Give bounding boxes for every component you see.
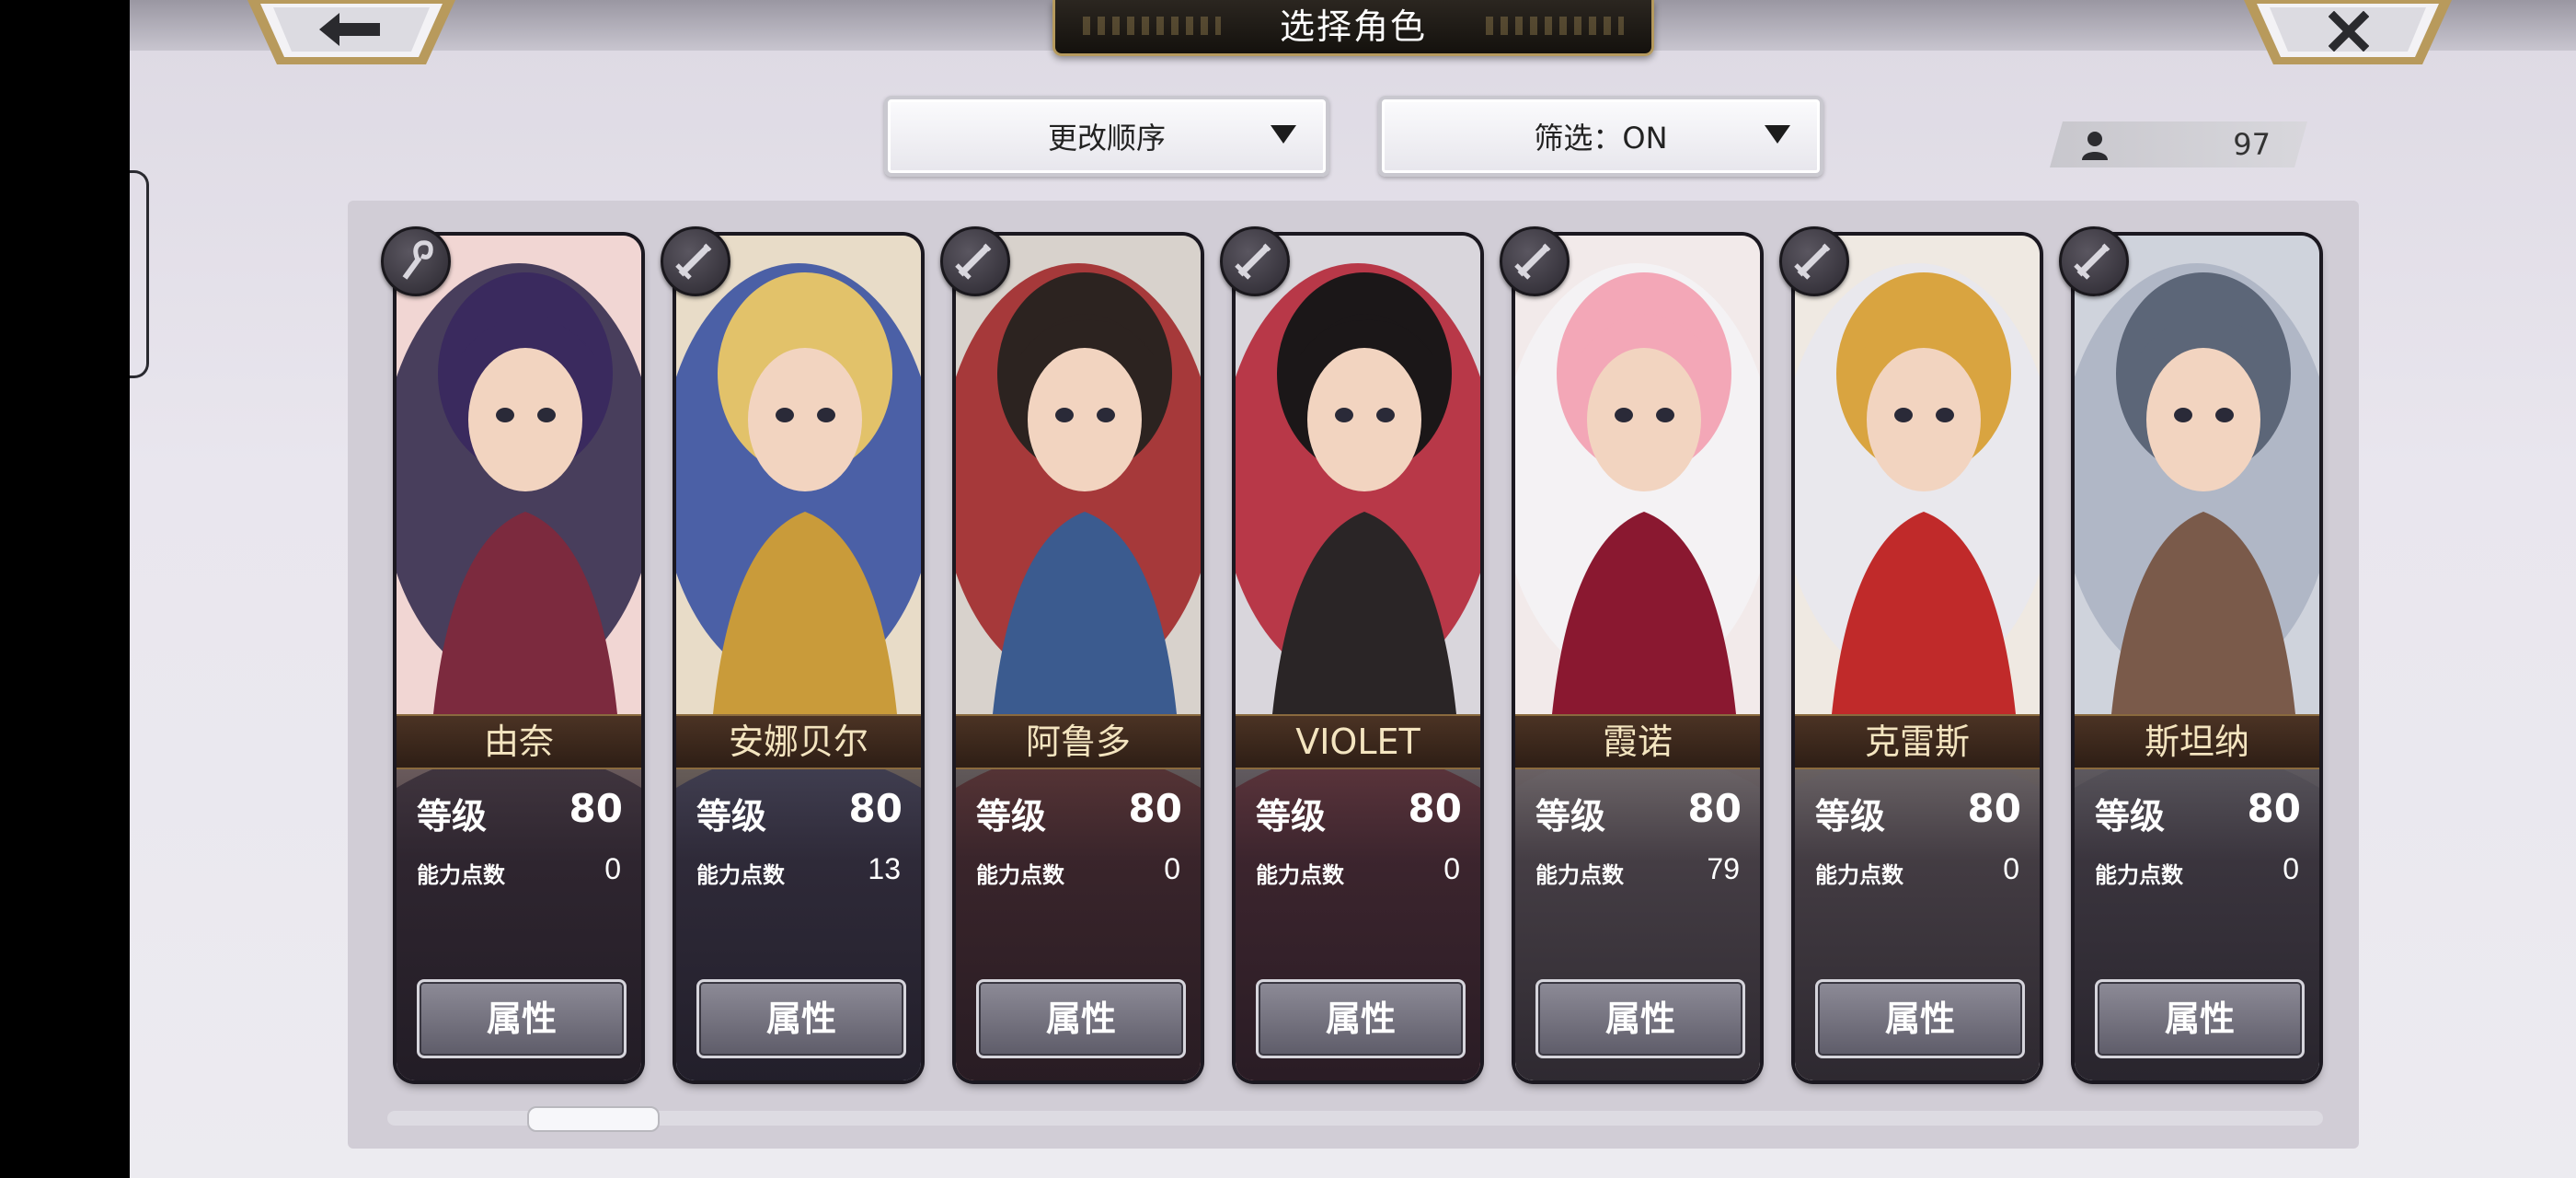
character-count-badge: 97 — [2050, 121, 2307, 167]
ability-points-label: 能力点数 — [2095, 862, 2183, 888]
staff-icon — [381, 226, 451, 296]
character-card[interactable]: 斯坦纳 等级 80 能力点数 0 属性 — [2075, 236, 2319, 1080]
character-name: 霞诺 — [1515, 714, 1760, 769]
horizontal-scrollbar-track[interactable] — [387, 1111, 2323, 1126]
character-name: 由奈 — [397, 714, 641, 769]
attributes-button[interactable]: 属性 — [696, 979, 906, 1058]
character-select-screen: 选择角色 更改顺序 筛选：ON 97 由奈 等级 80 能力点数 0 属性 安娜… — [130, 0, 2576, 1178]
ability-points-label: 能力点数 — [1815, 862, 1903, 888]
page-title: 选择角色 — [1052, 0, 1654, 56]
character-card[interactable]: 克雷斯 等级 80 能力点数 0 属性 — [1795, 236, 2040, 1080]
ability-points-label: 能力点数 — [1535, 862, 1624, 888]
sword-icon — [1500, 226, 1570, 296]
side-tab-handle[interactable] — [130, 170, 149, 378]
character-name: VIOLET — [1236, 714, 1480, 769]
level-value: 80 — [1408, 786, 1462, 831]
character-card[interactable]: 由奈 等级 80 能力点数 0 属性 — [397, 236, 641, 1080]
attributes-button[interactable]: 属性 — [1535, 979, 1745, 1058]
ability-points-value: 0 — [2283, 852, 2299, 885]
chevron-down-icon — [1271, 125, 1296, 144]
sword-icon — [661, 226, 730, 296]
level-label: 等级 — [1256, 796, 1327, 837]
level-value: 80 — [848, 786, 903, 831]
character-name: 阿鲁多 — [956, 714, 1201, 769]
level-label: 等级 — [696, 796, 767, 837]
level-value: 80 — [2247, 786, 2301, 831]
level-label: 等级 — [2095, 796, 2166, 837]
character-card[interactable]: 阿鲁多 等级 80 能力点数 0 属性 — [956, 236, 1201, 1080]
close-x-icon — [2329, 11, 2369, 52]
filter-dropdown[interactable]: 筛选：ON — [1378, 96, 1823, 177]
character-card[interactable]: 安娜贝尔 等级 80 能力点数 13 属性 — [676, 236, 921, 1080]
level-label: 等级 — [1815, 796, 1886, 837]
person-icon — [2081, 131, 2109, 160]
ability-points-value: 0 — [1443, 852, 1460, 885]
close-button[interactable] — [2242, 0, 2454, 66]
sort-order-dropdown[interactable]: 更改顺序 — [884, 96, 1329, 177]
attributes-button[interactable]: 属性 — [417, 979, 627, 1058]
level-value: 80 — [1128, 786, 1182, 831]
back-button[interactable] — [246, 0, 457, 66]
ability-points-label: 能力点数 — [976, 862, 1064, 888]
level-label: 等级 — [417, 796, 488, 837]
ability-points-value: 0 — [2003, 852, 2019, 885]
attributes-button[interactable]: 属性 — [976, 979, 1186, 1058]
horizontal-scrollbar-thumb[interactable] — [527, 1106, 660, 1132]
ability-points-value: 0 — [604, 852, 621, 885]
sword-icon — [1779, 226, 1849, 296]
ability-points-label: 能力点数 — [417, 862, 505, 888]
filter-label: 筛选：ON — [1534, 121, 1668, 156]
level-label: 等级 — [976, 796, 1047, 837]
sword-icon — [2059, 226, 2129, 296]
ability-points-value: 13 — [868, 852, 901, 885]
ability-points-label: 能力点数 — [696, 862, 785, 888]
attributes-button[interactable]: 属性 — [1256, 979, 1466, 1058]
ability-points-label: 能力点数 — [1256, 862, 1344, 888]
ability-points-value: 79 — [1707, 852, 1740, 885]
attributes-button[interactable]: 属性 — [2095, 979, 2305, 1058]
character-count: 97 — [2233, 127, 2271, 162]
level-value: 80 — [1967, 786, 2021, 831]
sword-icon — [1220, 226, 1290, 296]
character-card[interactable]: VIOLET 等级 80 能力点数 0 属性 — [1236, 236, 1480, 1080]
character-name: 克雷斯 — [1795, 714, 2040, 769]
level-value: 80 — [1687, 786, 1742, 831]
level-value: 80 — [569, 786, 623, 831]
attributes-button[interactable]: 属性 — [1815, 979, 2025, 1058]
sword-icon — [940, 226, 1010, 296]
character-name: 安娜贝尔 — [676, 714, 921, 769]
chevron-down-icon — [1765, 125, 1790, 144]
ability-points-value: 0 — [1164, 852, 1180, 885]
back-arrow-icon — [319, 13, 380, 46]
level-label: 等级 — [1535, 796, 1606, 837]
character-name: 斯坦纳 — [2075, 714, 2319, 769]
character-card[interactable]: 霞诺 等级 80 能力点数 79 属性 — [1515, 236, 1760, 1080]
sort-order-label: 更改顺序 — [1047, 121, 1166, 156]
